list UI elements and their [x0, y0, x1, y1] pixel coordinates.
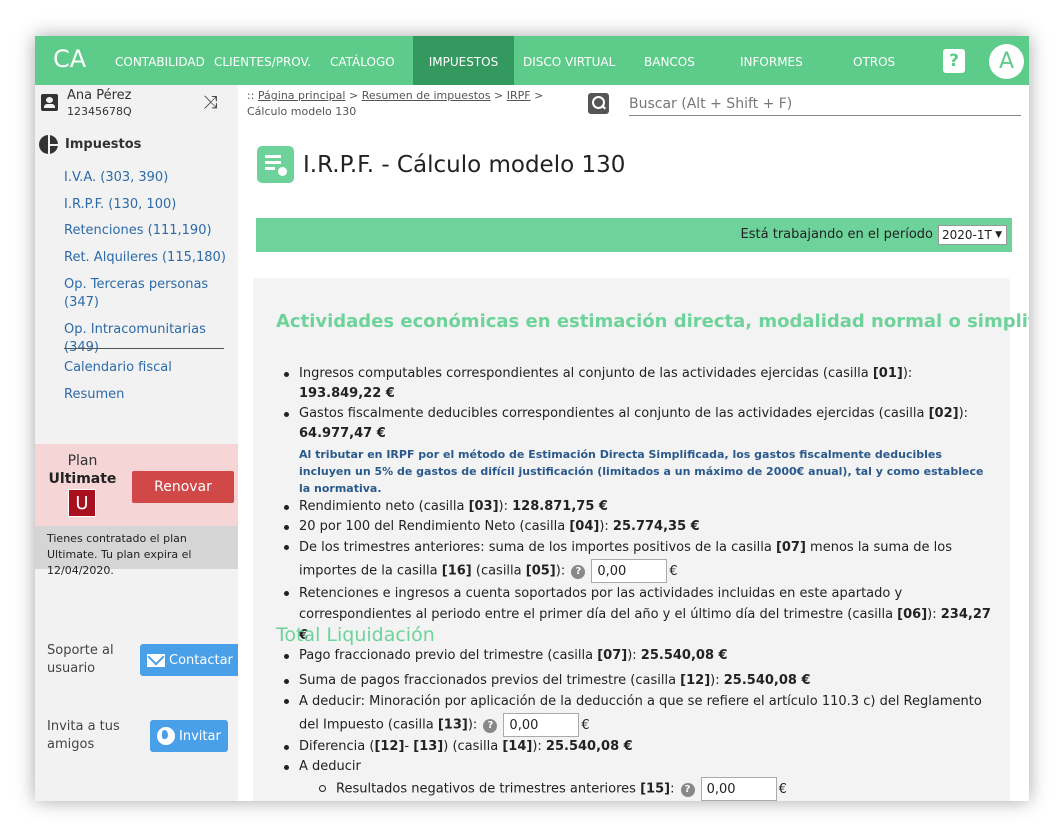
sidebar-section-title: Impuestos [65, 137, 142, 152]
list-item-trimestres-anteriores: De los trimestres anteriores: suma de lo… [283, 537, 993, 583]
breadcrumb: :: Página principal > Resumen de impuest… [247, 88, 577, 120]
shuffle-icon[interactable]: ⤨ [203, 92, 217, 113]
renew-button[interactable]: Renovar [132, 471, 234, 503]
help-question-icon[interactable]: ? [483, 718, 498, 733]
plan-box: Plan Ultimate U Renovar [35, 444, 238, 526]
nav-catalogo[interactable]: Catálogo [330, 36, 395, 85]
nav-informes[interactable]: Informes [740, 36, 803, 85]
sidebar-item-ret-alquileres[interactable]: Ret. Alquileres (115,180) [64, 249, 226, 267]
plan-label: Plan [67, 453, 98, 469]
breadcrumb-prefix: :: [247, 89, 258, 102]
actividades-list: Ingresos computables correspondientes al… [283, 364, 993, 666]
plan-badge-icon: U [68, 489, 96, 517]
sidebar-item-calendario[interactable]: Calendario fiscal [64, 359, 172, 377]
globe-icon [157, 727, 175, 745]
support-label: Soporte al usuario [47, 643, 114, 676]
list-item-pago-fraccionado: Pago fraccionado previo del trimestre (c… [283, 646, 993, 666]
user-name: Ana Pérez [67, 88, 132, 103]
list-item-gastos: Gastos fiscalmente deducibles correspond… [283, 404, 993, 497]
nav-contabilidad[interactable]: Contabilidad [115, 36, 205, 85]
search-input[interactable] [629, 92, 1021, 116]
breadcrumb-separator: > [530, 89, 544, 102]
section-title-total-liquidacion: Total Liquidación [276, 624, 435, 646]
casilla-15-input[interactable] [700, 777, 777, 801]
liquidacion-list: Suma de pagos fraccionados previos del t… [283, 671, 993, 801]
pie-chart-icon [39, 135, 58, 154]
list-item-rendimiento: Rendimiento neto (casilla [03]): 128.871… [283, 497, 993, 517]
gastos-note: Al tributar en IRPF por el método de Est… [299, 448, 984, 495]
help-question-icon[interactable]: ? [571, 564, 586, 579]
nav-otros[interactable]: Otros [853, 36, 895, 85]
plan-info: Tienes contratado el plan Ultimate. Tu p… [35, 526, 238, 577]
list-item-diferencia: Diferencia ([12]- [13]) (casilla [14]): … [283, 737, 993, 757]
nav-impuestos[interactable]: Impuestos [413, 36, 514, 85]
sidebar-divider [64, 348, 224, 349]
sidebar: Ana Pérez 12345678Q ⤨ Impuestos I.V.A. (… [35, 85, 240, 801]
sidebar-section-header: Impuestos [39, 135, 141, 154]
nav-clientes-prov[interactable]: Clientes/Prov. [214, 36, 311, 85]
list-item-suma-pagos: Suma de pagos fraccionados previos del t… [283, 671, 993, 691]
mail-icon [147, 653, 165, 667]
casilla-05-input[interactable] [591, 559, 668, 583]
sidebar-item-iva[interactable]: I.V.A. (303, 390) [64, 169, 168, 187]
breadcrumb-current: Cálculo modelo 130 [247, 105, 357, 118]
help-icon[interactable]: ? [943, 49, 965, 73]
app-logo[interactable]: CA [53, 45, 86, 73]
user-nif: 12345678Q [67, 105, 132, 118]
breadcrumb-resumen[interactable]: Resumen de impuestos [362, 89, 491, 102]
search-icon[interactable] [588, 93, 609, 114]
list-item-veinte-por-cien: 20 por 100 del Rendimiento Neto (casilla… [283, 517, 993, 537]
invite-label: Invita a tus amigos [47, 719, 120, 752]
period-label: Está trabajando en el período [740, 227, 933, 242]
plan-name: Ultimate [48, 471, 117, 487]
nav-bancos[interactable]: Bancos [644, 36, 695, 85]
app-window: CA Contabilidad Clientes/Prov. Catálogo … [35, 36, 1029, 801]
calculation-panel: Actividades económicas en estimación dir… [253, 278, 1029, 801]
avatar[interactable]: A [989, 44, 1024, 79]
list-item-a-deducir-minoracion: A deducir: Minoración por aplicación de … [283, 691, 993, 737]
nav-disco-virtual[interactable]: Disco virtual [523, 36, 615, 85]
main-content: I.R.P.F. - Cálculo modelo 130 Está traba… [238, 122, 1029, 801]
section-title-actividades: Actividades económicas en estimación dir… [276, 311, 1029, 332]
sidebar-item-retenciones[interactable]: Retenciones (111,190) [64, 222, 212, 240]
sidebar-item-irpf[interactable]: I.R.P.F. (130, 100) [64, 196, 176, 214]
help-question-icon[interactable]: ? [680, 782, 695, 797]
period-bar: Está trabajando en el período 2020-1T [256, 218, 1012, 252]
top-navigation: CA Contabilidad Clientes/Prov. Catálogo … [35, 36, 1029, 85]
sidebar-item-resumen[interactable]: Resumen [64, 386, 124, 404]
sidebar-item-intracomunitarias[interactable]: Op. Intracomunitarias (349) [64, 321, 238, 357]
contact-button[interactable]: Contactar [140, 644, 240, 676]
list-item-resultados-negativos: Resultados negativos de trimestres anter… [283, 777, 993, 801]
list-item-ingresos: Ingresos computables correspondientes al… [283, 364, 993, 404]
list-item-a-deducir: A deducir [283, 757, 993, 777]
period-select[interactable]: 2020-1T [938, 225, 1007, 245]
sidebar-item-terceras-personas[interactable]: Op. Terceras personas (347) [64, 276, 214, 312]
breadcrumb-irpf[interactable]: IRPF [507, 89, 531, 102]
invite-button[interactable]: Invitar [150, 720, 228, 752]
breadcrumb-separator: > [345, 89, 362, 102]
user-card-icon [41, 94, 58, 111]
page-title: I.R.P.F. - Cálculo modelo 130 [303, 152, 626, 178]
user-box: Ana Pérez 12345678Q ⤨ [35, 85, 238, 121]
breadcrumb-home[interactable]: Página principal [258, 89, 346, 102]
casilla-13-input[interactable] [503, 713, 580, 737]
tax-document-icon [257, 146, 294, 183]
breadcrumb-separator: > [490, 89, 507, 102]
contact-button-label: Contactar [169, 652, 233, 668]
invite-button-label: Invitar [179, 728, 221, 744]
